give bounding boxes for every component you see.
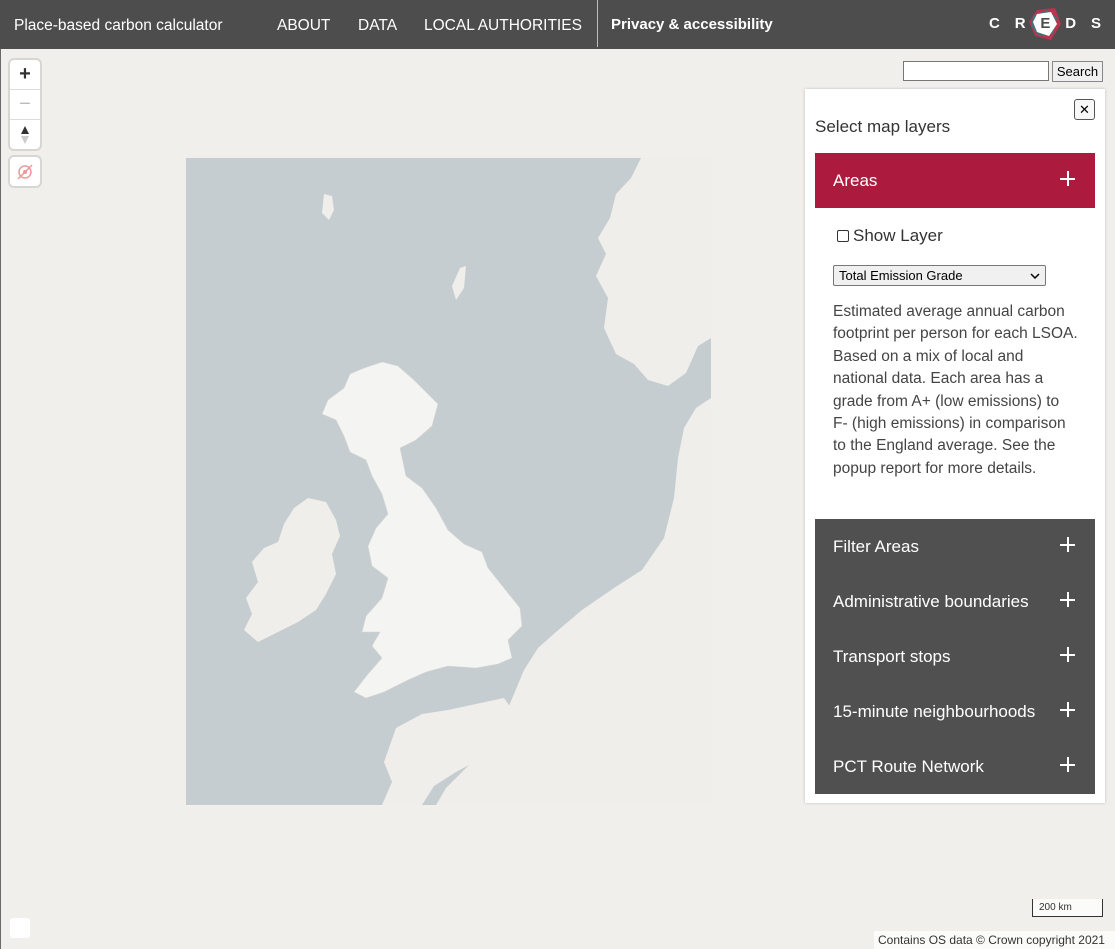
nav-divider: [597, 0, 598, 47]
attribution-toggle[interactable]: [10, 918, 30, 938]
logo-letter: E: [1040, 15, 1051, 32]
show-layer-label: Show Layer: [853, 226, 943, 245]
accordion-filter-areas[interactable]: Filter Areas: [815, 519, 1095, 574]
plus-icon: [1060, 757, 1075, 772]
plus-icon: [1060, 537, 1075, 552]
geolocate-button[interactable]: [10, 157, 40, 186]
close-icon: ✕: [1079, 101, 1090, 117]
plus-icon: [1060, 647, 1075, 662]
close-panel-button[interactable]: ✕: [1074, 99, 1095, 120]
accordion-label: Transport stops: [833, 647, 951, 666]
nav-link-local-authorities[interactable]: LOCAL AUTHORITIES: [424, 17, 582, 35]
geolocate-disabled-icon: [17, 163, 33, 180]
accordion-label: 15-minute neighbourhoods: [833, 702, 1036, 721]
plus-icon: [1060, 702, 1075, 717]
select-value: Total Emission Grade: [839, 268, 963, 283]
show-layer-option[interactable]: Show Layer: [837, 226, 943, 246]
logo-letter: C: [989, 15, 1000, 32]
logo-letter: R: [1014, 15, 1026, 32]
compass-icon: [21, 125, 29, 144]
map-canvas[interactable]: [186, 158, 711, 805]
logo-letter: S: [1090, 15, 1101, 32]
top-navbar: Place-based carbon calculator ABOUT DATA…: [0, 0, 1115, 49]
accordion-transport-stops[interactable]: Transport stops: [815, 629, 1095, 684]
search-button[interactable]: Search: [1052, 61, 1103, 82]
accordion-15-minute-neighbourhoods[interactable]: 15-minute neighbourhoods: [815, 684, 1095, 739]
window-edge: [0, 49, 1, 949]
accordion-label: Administrative boundaries: [833, 592, 1029, 611]
search-input[interactable]: [903, 61, 1049, 81]
accordion-label: Areas: [833, 171, 878, 190]
plus-icon: [1060, 592, 1075, 607]
site-title[interactable]: Place-based carbon calculator: [14, 17, 223, 35]
zoom-out-button[interactable]: −: [10, 90, 40, 119]
accordion-label: PCT Route Network: [833, 757, 984, 776]
accordion-areas[interactable]: Areas: [815, 153, 1095, 208]
layer-description: Estimated average annual carbon footprin…: [833, 303, 1078, 477]
panel-heading: Select map layers: [815, 117, 951, 136]
compass-reset-button[interactable]: [10, 120, 40, 149]
map-attribution: Contains OS data © Crown copyright 2021: [874, 931, 1115, 949]
chevron-down-icon: [1030, 272, 1040, 279]
accordion-administrative-boundaries[interactable]: Administrative boundaries: [815, 574, 1095, 629]
zoom-in-button[interactable]: +: [10, 60, 40, 89]
plus-icon: [1060, 171, 1075, 186]
nav-link-privacy[interactable]: Privacy & accessibility: [611, 16, 773, 33]
accordion-label: Filter Areas: [833, 537, 919, 556]
logo-letter: D: [1065, 15, 1077, 32]
show-layer-checkbox[interactable]: [837, 230, 849, 242]
nav-link-about[interactable]: ABOUT: [277, 17, 330, 35]
accordion-pct-route-network[interactable]: PCT Route Network: [815, 739, 1095, 794]
creds-logo[interactable]: C R E D S: [985, 6, 1105, 44]
nav-link-data[interactable]: DATA: [358, 17, 397, 35]
emission-layer-select[interactable]: Total Emission Grade: [833, 265, 1046, 286]
map-scale-bar: 200 km: [1032, 899, 1103, 917]
zoom-control: + −: [10, 60, 40, 149]
